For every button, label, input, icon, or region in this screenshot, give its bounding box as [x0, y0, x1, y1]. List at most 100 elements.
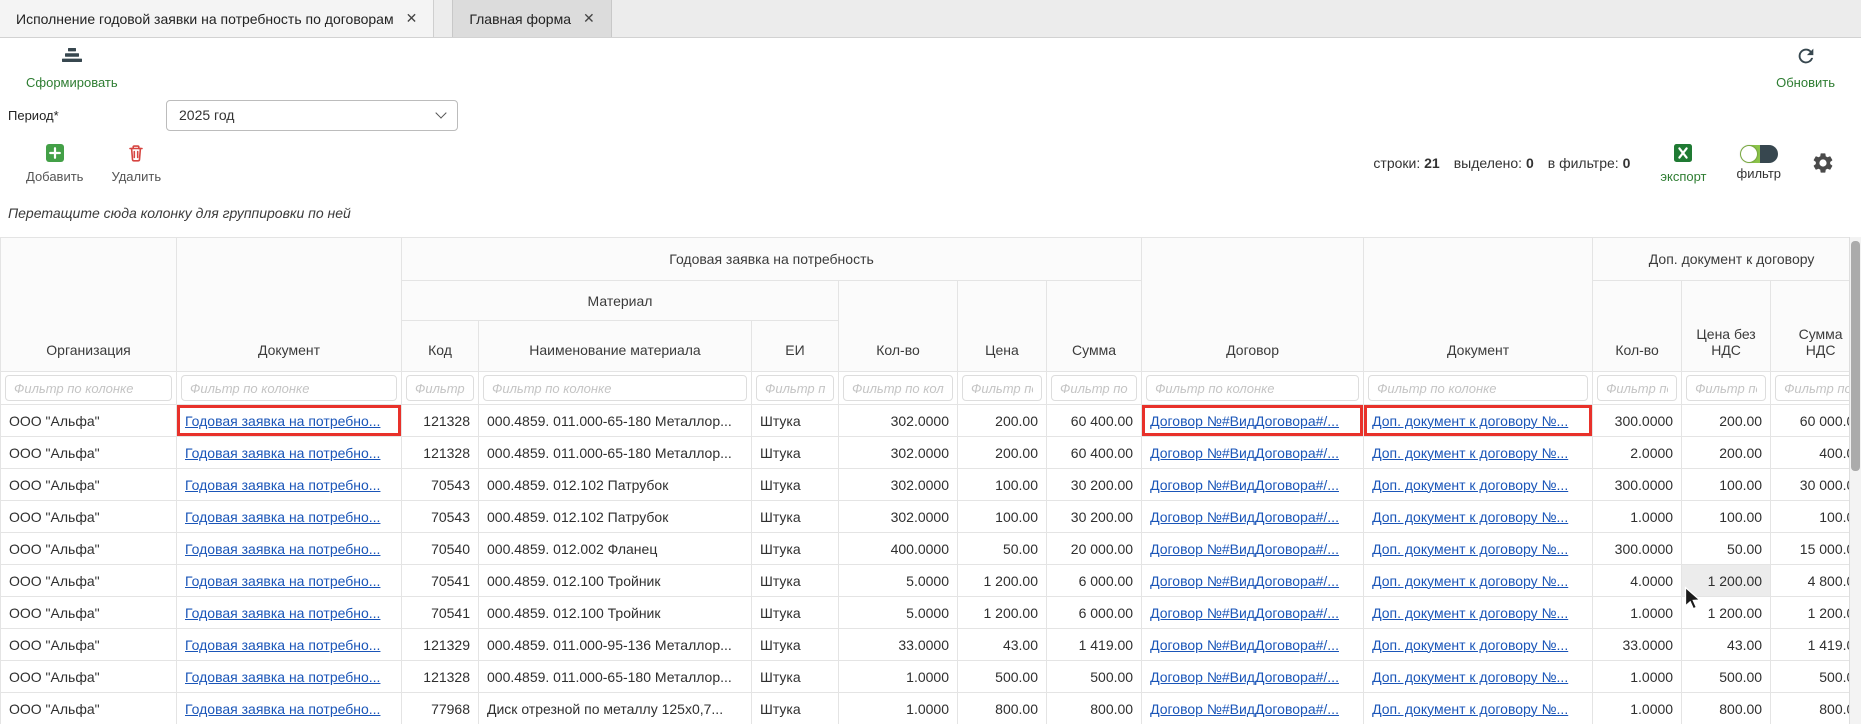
- cell-code[interactable]: 77968: [402, 693, 479, 724]
- cell-unit[interactable]: Штука: [752, 501, 839, 533]
- cell-sum[interactable]: 500.00: [1047, 661, 1142, 693]
- table-row[interactable]: ООО "Альфа" Годовая заявка на потребно...…: [1, 437, 1861, 469]
- cell-aprice[interactable]: 500.00: [1682, 661, 1771, 693]
- col-header-organization[interactable]: Организация: [1, 238, 177, 372]
- column-filter-input[interactable]: [1146, 375, 1359, 401]
- cell-material[interactable]: 000.4859. 012.102 Патрубок: [479, 469, 752, 501]
- cell-aprice[interactable]: 100.00: [1682, 501, 1771, 533]
- cell-sum[interactable]: 30 200.00: [1047, 501, 1142, 533]
- contract-link[interactable]: Договор №#ВидДоговора#/...: [1150, 445, 1339, 461]
- cell-org[interactable]: ООО "Альфа": [1, 661, 177, 693]
- cell-org[interactable]: ООО "Альфа": [1, 533, 177, 565]
- table-row[interactable]: ООО "Альфа"Годовая заявка на потребно...…: [1, 661, 1861, 693]
- close-icon[interactable]: ✕: [583, 10, 595, 27]
- cell-price[interactable]: 100.00: [958, 501, 1047, 533]
- col-header-qty[interactable]: Кол-во: [839, 281, 958, 372]
- cell-unit[interactable]: Штука: [752, 469, 839, 501]
- cell-org[interactable]: ООО "Альфа": [1, 597, 177, 629]
- cell-price[interactable]: 200.00: [958, 437, 1047, 469]
- cell-code[interactable]: 121329: [402, 629, 479, 661]
- cell-material[interactable]: 000.4859. 012.100 Тройник: [479, 597, 752, 629]
- doc-link[interactable]: Годовая заявка на потребно...: [185, 605, 380, 621]
- cell-qty[interactable]: 33.0000: [839, 629, 958, 661]
- cell-unit[interactable]: Штука: [752, 597, 839, 629]
- cell-org[interactable]: ООО "Альфа": [1, 501, 177, 533]
- contract-link[interactable]: Договор №#ВидДоговора#/...: [1150, 413, 1339, 429]
- cell-unit[interactable]: Штука: [752, 437, 839, 469]
- cell-code[interactable]: 121328: [402, 661, 479, 693]
- col-header-addendum-document[interactable]: Документ: [1364, 238, 1593, 372]
- doc-link[interactable]: Годовая заявка на потребно...: [185, 637, 380, 653]
- column-filter-input[interactable]: [181, 375, 397, 401]
- cell-code[interactable]: 70543: [402, 501, 479, 533]
- cell-org[interactable]: ООО "Альфа": [1, 469, 177, 501]
- cell-unit[interactable]: Штука: [752, 405, 839, 437]
- table-row[interactable]: ООО "Альфа"Годовая заявка на потребно...…: [1, 405, 1861, 437]
- cell-org[interactable]: ООО "Альфа": [1, 437, 177, 469]
- doc-link[interactable]: Годовая заявка на потребно...: [185, 509, 380, 525]
- col-header-addendum-qty[interactable]: Кол-во: [1593, 281, 1682, 372]
- cell-qty[interactable]: 5.0000: [839, 597, 958, 629]
- tab-annual-request-execution[interactable]: Исполнение годовой заявки на потребность…: [0, 0, 434, 37]
- table-row[interactable]: ООО "Альфа" Годовая заявка на потребно...…: [1, 469, 1861, 501]
- cell-asum[interactable]: 15 000.00: [1771, 533, 1861, 565]
- cell-sum[interactable]: 6 000.00: [1047, 565, 1142, 597]
- doc-link[interactable]: Годовая заявка на потребно...: [185, 445, 380, 461]
- cell-aqty[interactable]: 2.0000: [1593, 437, 1682, 469]
- cell-code[interactable]: 121328: [402, 437, 479, 469]
- cell-qty[interactable]: 302.0000: [839, 405, 958, 437]
- cell-price[interactable]: 500.00: [958, 661, 1047, 693]
- cell-qty[interactable]: 302.0000: [839, 469, 958, 501]
- cell-qty[interactable]: 400.0000: [839, 533, 958, 565]
- col-header-document[interactable]: Документ: [177, 238, 402, 372]
- adoc-link[interactable]: Доп. документ к договору №...: [1372, 701, 1568, 717]
- export-excel-button[interactable]: экспорт: [1660, 143, 1706, 184]
- toggle-switch[interactable]: [1740, 145, 1778, 163]
- cell-aprice[interactable]: 800.00: [1682, 693, 1771, 724]
- generate-button[interactable]: Сформировать: [26, 45, 118, 90]
- cell-code[interactable]: 121328: [402, 405, 479, 437]
- cell-price[interactable]: 200.00: [958, 405, 1047, 437]
- doc-link[interactable]: Годовая заявка на потребно...: [185, 541, 380, 557]
- col-header-contract[interactable]: Договор: [1142, 238, 1364, 372]
- cell-qty[interactable]: 1.0000: [839, 661, 958, 693]
- cell-code[interactable]: 70541: [402, 597, 479, 629]
- cell-aqty[interactable]: 1.0000: [1593, 597, 1682, 629]
- cell-asum[interactable]: 500.00: [1771, 661, 1861, 693]
- column-filter-input[interactable]: [756, 375, 834, 401]
- adoc-link[interactable]: Доп. документ к договору №...: [1372, 605, 1568, 621]
- cell-code[interactable]: 70540: [402, 533, 479, 565]
- cell-aprice[interactable]: 1 200.00: [1682, 597, 1771, 629]
- cell-price[interactable]: 1 200.00: [958, 565, 1047, 597]
- doc-link[interactable]: Годовая заявка на потребно...: [185, 477, 380, 493]
- cell-aqty[interactable]: 1.0000: [1593, 693, 1682, 724]
- adoc-link[interactable]: Доп. документ к договору №...: [1372, 413, 1568, 429]
- cell-asum[interactable]: 100.00: [1771, 501, 1861, 533]
- column-filter-input[interactable]: [843, 375, 953, 401]
- column-filter-input[interactable]: [1368, 375, 1588, 401]
- cell-qty[interactable]: 5.0000: [839, 565, 958, 597]
- cell-code[interactable]: 70541: [402, 565, 479, 597]
- scrollbar-thumb[interactable]: [1851, 241, 1860, 471]
- cell-material[interactable]: Диск отрезной по металлу 125х0,7...: [479, 693, 752, 724]
- cell-material[interactable]: 000.4859. 011.000-95-136 Металлор...: [479, 629, 752, 661]
- adoc-link[interactable]: Доп. документ к договору №...: [1372, 445, 1568, 461]
- adoc-link[interactable]: Доп. документ к договору №...: [1372, 637, 1568, 653]
- cell-material[interactable]: 000.4859. 012.002 Фланец: [479, 533, 752, 565]
- adoc-link[interactable]: Доп. документ к договору №...: [1372, 541, 1568, 557]
- cell-sum[interactable]: 6 000.00: [1047, 597, 1142, 629]
- contract-link[interactable]: Договор №#ВидДоговора#/...: [1150, 637, 1339, 653]
- col-header-code[interactable]: Код: [402, 321, 479, 372]
- cell-code[interactable]: 70543: [402, 469, 479, 501]
- cell-price[interactable]: 43.00: [958, 629, 1047, 661]
- cell-aprice[interactable]: 43.00: [1682, 629, 1771, 661]
- contract-link[interactable]: Договор №#ВидДоговора#/...: [1150, 541, 1339, 557]
- table-row[interactable]: ООО "Альфа" Годовая заявка на потребно...…: [1, 629, 1861, 661]
- column-filter-input[interactable]: [1051, 375, 1137, 401]
- adoc-link[interactable]: Доп. документ к договору №...: [1372, 669, 1568, 685]
- cell-org[interactable]: ООО "Альфа": [1, 629, 177, 661]
- doc-link[interactable]: Годовая заявка на потребно...: [185, 573, 380, 589]
- cell-sum[interactable]: 60 400.00: [1047, 437, 1142, 469]
- tab-main-form[interactable]: Главная форма ✕: [452, 0, 611, 37]
- doc-link[interactable]: Годовая заявка на потребно...: [185, 413, 380, 429]
